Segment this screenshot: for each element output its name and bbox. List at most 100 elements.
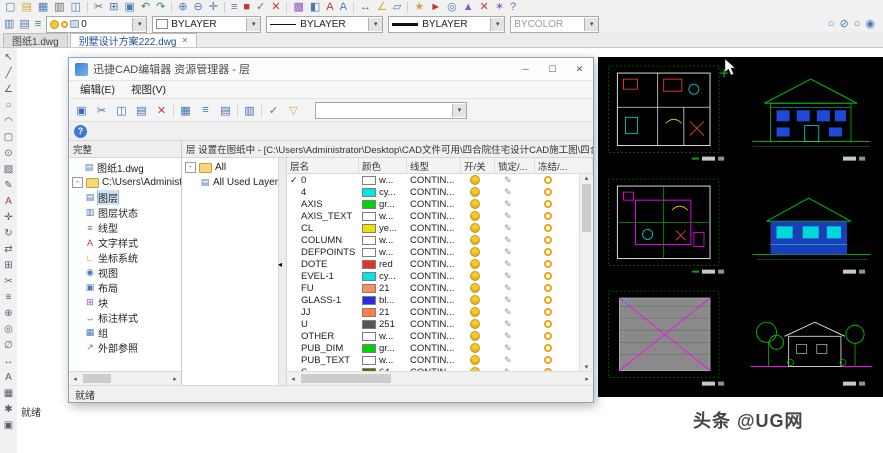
scroll-left-icon[interactable]: ◂ (287, 375, 299, 383)
layer-row[interactable]: COLUMNw...CONTIN...✎ (287, 234, 579, 246)
scroll-track[interactable] (580, 182, 593, 363)
layer-freeze-cell[interactable] (535, 236, 579, 244)
layer-freeze-cell[interactable] (535, 308, 579, 316)
tree-item[interactable]: A文字样式 (69, 235, 181, 250)
layer-color-cell[interactable]: w... (359, 235, 407, 246)
save-icon[interactable]: ▦ (38, 1, 48, 14)
layer-freeze-cell[interactable] (535, 356, 579, 364)
layer-linetype-cell[interactable]: CONTIN... (407, 211, 461, 222)
first-floor-plan-thumbnail[interactable] (604, 63, 737, 166)
area-icon[interactable]: ▱ (393, 1, 401, 14)
layer-row[interactable]: PUB_DIMgr...CONTIN...✎ (287, 342, 579, 354)
layer-color-cell[interactable]: gr... (359, 199, 407, 210)
color-icon[interactable]: ■ (243, 1, 250, 14)
ellipse-icon[interactable]: ⊙ (1, 147, 16, 160)
layer-onoff-cell[interactable] (461, 331, 495, 341)
tree-item[interactable]: ↔标注样式 (69, 310, 181, 325)
cut-icon[interactable]: ✂ (93, 102, 110, 119)
layer-row[interactable]: AXIS_TEXTw...CONTIN...✎ (287, 210, 579, 222)
expander-icon[interactable]: - (72, 177, 83, 188)
model-viewport[interactable] (598, 57, 883, 397)
rectangle-icon[interactable]: ▢ (1, 131, 16, 144)
pencil-icon[interactable]: ✎ (504, 343, 512, 354)
layer-row[interactable]: U251CONTIN...✎ (287, 318, 579, 330)
bulb-icon[interactable] (470, 331, 480, 341)
layer-freeze-cell[interactable] (535, 224, 579, 232)
rotate-icon[interactable]: ↻ (1, 227, 16, 240)
layer-color-cell[interactable]: cy... (359, 187, 407, 198)
erase-icon[interactable]: ✕ (271, 1, 280, 14)
scroll-thumb[interactable] (83, 374, 111, 383)
insert-icon[interactable]: ◧ (310, 1, 320, 14)
pencil-icon[interactable]: ✎ (504, 319, 512, 330)
layer-linetype-cell[interactable]: CONTIN... (407, 199, 461, 210)
zoom-in-icon[interactable]: ⊕ (178, 1, 187, 14)
hatch-icon[interactable]: ▨ (1, 163, 16, 176)
filter-icon[interactable]: ▽ (285, 102, 302, 119)
copy-icon[interactable]: ◫ (113, 102, 130, 119)
layer-lock-cell[interactable]: ✎ (495, 187, 535, 198)
offset-icon[interactable]: ≡ (1, 291, 16, 304)
group-icon[interactable]: ▦ (1, 387, 16, 400)
layer-freeze-cell[interactable] (535, 200, 579, 208)
sun-icon[interactable] (544, 224, 552, 232)
layer-lock-cell[interactable]: ✎ (495, 355, 535, 366)
bulb-icon[interactable] (470, 187, 480, 197)
layer-onoff-cell[interactable] (461, 307, 495, 317)
layer-linetype-cell[interactable]: CONTIN... (407, 295, 461, 306)
layer-linetype-cell[interactable]: CONTIN... (407, 355, 461, 366)
layer-lock-cell[interactable]: ✎ (495, 295, 535, 306)
star-icon[interactable]: ★ (414, 1, 424, 14)
layer-lock-cell[interactable]: ✎ (495, 175, 535, 186)
scroll-thumb[interactable] (582, 184, 591, 232)
layer-lock-cell[interactable]: ✎ (495, 331, 535, 342)
layer-row[interactable]: DOTEredCONTIN...✎ (287, 258, 579, 270)
pencil-icon[interactable]: ✎ (504, 175, 512, 186)
close-red-icon[interactable]: ✕ (480, 1, 489, 14)
layer-onoff-cell[interactable] (461, 283, 495, 293)
sun-icon[interactable] (544, 176, 552, 184)
layer-row[interactable]: EVEL-1cy...CONTIN...✎ (287, 270, 579, 282)
layer-onoff-cell[interactable] (461, 319, 495, 329)
measure-icon[interactable]: ∅ (1, 339, 16, 352)
pencil-icon[interactable]: ✎ (504, 307, 512, 318)
sun-icon[interactable] (544, 284, 552, 292)
paste-icon[interactable]: ▣ (124, 1, 134, 14)
close-button[interactable]: ✕ (566, 58, 593, 80)
tree-item[interactable]: ↗外部参照 (69, 340, 181, 355)
layer-lock-cell[interactable]: ✎ (495, 271, 535, 282)
color-combo[interactable]: BYLAYER ▾ (152, 16, 261, 33)
plotstyle-combo[interactable]: BYCOLOR ▾ (510, 16, 599, 33)
menu-item[interactable]: 编辑(E) (72, 82, 123, 97)
layers-icon[interactable]: ▤ (19, 18, 29, 31)
sun-icon[interactable] (544, 260, 552, 268)
document-tab[interactable]: 别墅设计方案222.dwg✕ (70, 33, 198, 47)
explode-icon[interactable]: ✱ (1, 403, 16, 416)
layer-color-cell[interactable]: cy... (359, 271, 407, 282)
column-header[interactable]: 颜色 (359, 158, 407, 173)
scroll-right-icon[interactable]: ▸ (169, 375, 181, 383)
layer-onoff-cell[interactable] (461, 271, 495, 281)
scroll-track[interactable] (299, 372, 581, 385)
star-purple-icon[interactable]: ✶ (495, 1, 504, 14)
pencil-icon[interactable]: ✎ (504, 187, 512, 198)
bulb-icon[interactable] (470, 235, 480, 245)
pan-icon[interactable]: ◎ (1, 323, 16, 336)
layer-color-cell[interactable]: bl... (359, 295, 407, 306)
lineweight-combo[interactable]: BYLAYER ▾ (388, 16, 505, 33)
block-icon[interactable]: ▩ (293, 1, 303, 14)
print-icon[interactable]: ▥ (241, 102, 258, 119)
chevron-down-icon[interactable]: ▾ (490, 18, 504, 31)
scroll-track[interactable] (81, 372, 169, 385)
layer-freeze-cell[interactable] (535, 176, 579, 184)
new-icon[interactable]: ▢ (5, 1, 15, 14)
layer-row[interactable]: 4cy...CONTIN...✎ (287, 186, 579, 198)
pencil-icon[interactable]: ✎ (504, 199, 512, 210)
layer-freeze-cell[interactable] (535, 320, 579, 328)
sun-icon[interactable] (544, 188, 552, 196)
layer-linetype-cell[interactable]: CONTIN... (407, 235, 461, 246)
layer-row[interactable]: JJ21CONTIN...✎ (287, 306, 579, 318)
select-icon[interactable]: ↖ (1, 51, 16, 64)
triangle-icon[interactable]: ▲ (463, 1, 474, 14)
layer-color-cell[interactable]: w... (359, 175, 407, 186)
